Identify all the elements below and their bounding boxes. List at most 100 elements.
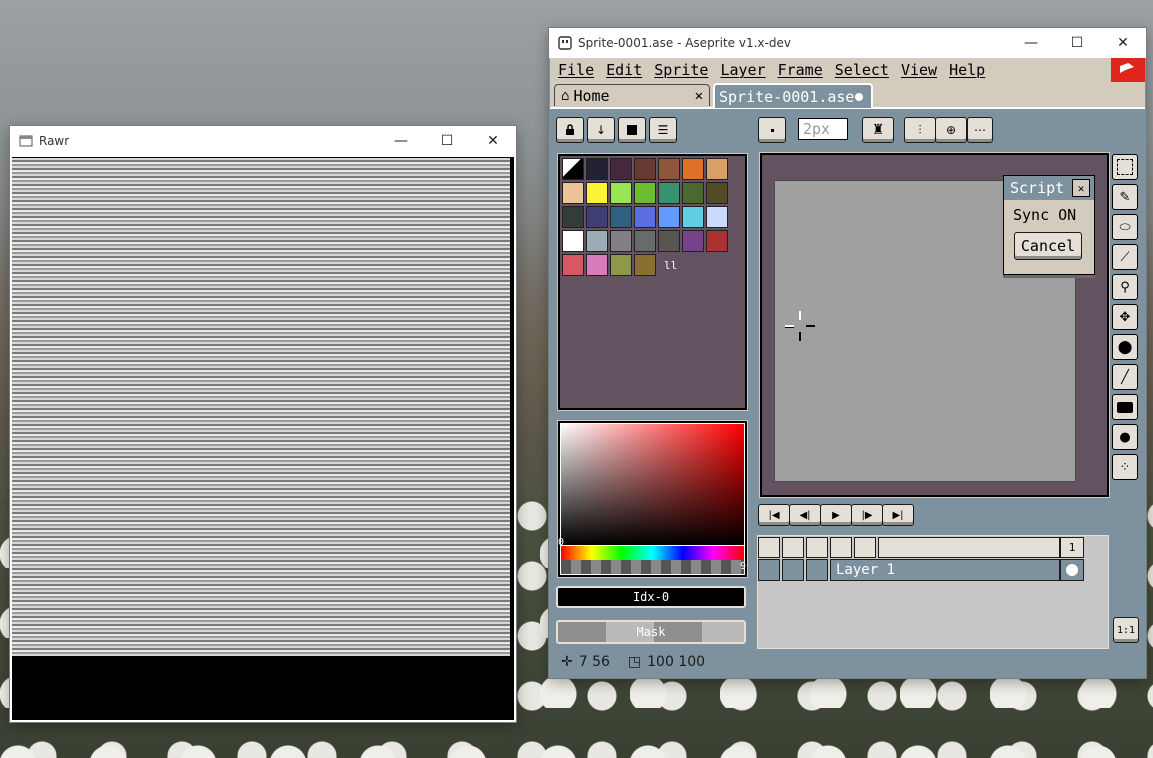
lock-palette-button[interactable] — [556, 117, 584, 143]
tab-home[interactable]: ⌂ Home ✕ — [554, 84, 710, 106]
ink-type-button[interactable]: ♜ — [862, 117, 894, 143]
tool-move[interactable]: ✥ — [1112, 304, 1138, 330]
palette-options-button[interactable]: ☰ — [649, 117, 677, 143]
visibility-eye-icon[interactable] — [758, 559, 780, 581]
pixel-perfect-button[interactable]: ⫶ — [904, 117, 936, 143]
menu-layer[interactable]: Layer — [720, 61, 765, 79]
continuous-header-icon[interactable] — [806, 537, 828, 558]
menu-sprite[interactable]: Sprite — [654, 61, 708, 79]
palette-swatch[interactable] — [634, 254, 656, 276]
aseprite-titlebar[interactable]: Sprite-0001.ase - Aseprite v1.x-dev — ☐ … — [549, 28, 1146, 58]
palette-swatch[interactable] — [682, 182, 704, 204]
script-cancel-button[interactable]: Cancel — [1014, 232, 1082, 260]
menu-view[interactable]: View — [901, 61, 937, 79]
palette-swatch[interactable] — [586, 182, 608, 204]
tab-sprite[interactable]: Sprite-0001.ase — [713, 83, 873, 108]
notification-flag-icon[interactable] — [1111, 58, 1145, 82]
palette-swatch[interactable] — [634, 182, 656, 204]
tool-rectangle[interactable] — [1112, 394, 1138, 420]
close-button[interactable]: ✕ — [1100, 28, 1146, 58]
tool-fill[interactable]: ⬤ — [1112, 334, 1138, 360]
palette-swatch[interactable] — [634, 158, 656, 180]
palette-swatch[interactable] — [610, 230, 632, 252]
next-frame-button[interactable]: |▶ — [851, 504, 883, 526]
palette-swatch[interactable] — [586, 158, 608, 180]
palette-swatch[interactable] — [658, 158, 680, 180]
script-dialog-titlebar[interactable]: Script ✕ — [1004, 176, 1094, 200]
palette-swatch[interactable] — [658, 230, 680, 252]
tool-pencil[interactable]: ✎ — [1112, 184, 1138, 210]
palette-swatch[interactable] — [682, 230, 704, 252]
tool-line[interactable]: ╱ — [1112, 364, 1138, 390]
palette-swatch[interactable] — [706, 230, 728, 252]
layer-row[interactable]: Layer 1 — [758, 559, 1084, 581]
palette-swatch[interactable] — [562, 206, 584, 228]
maximize-button[interactable]: ☐ — [424, 126, 470, 156]
menu-file[interactable]: File — [558, 61, 594, 79]
palette-swatch[interactable] — [706, 206, 728, 228]
tool-eraser[interactable]: ⬭ — [1112, 214, 1138, 240]
palette-swatch[interactable] — [658, 182, 680, 204]
bg-color-mask[interactable]: Mask — [556, 620, 746, 644]
onion-skin-header-icon[interactable] — [830, 537, 852, 558]
cel-keyframe[interactable] — [1060, 559, 1084, 581]
palette-swatch[interactable] — [682, 158, 704, 180]
menu-select[interactable]: Select — [835, 61, 889, 79]
play-button[interactable]: ▶ — [820, 504, 852, 526]
layer-name[interactable]: Layer 1 — [830, 559, 1060, 581]
brush-type-button[interactable] — [758, 117, 786, 143]
tool-zoom[interactable]: ⚲ — [1112, 274, 1138, 300]
palette-swatch[interactable] — [610, 254, 632, 276]
brush-size-input[interactable]: 2px — [798, 118, 848, 140]
continuous-icon[interactable] — [806, 559, 828, 581]
palette-swatch[interactable] — [586, 230, 608, 252]
palette-swatch[interactable] — [610, 182, 632, 204]
tool-eyedropper[interactable]: ⟋ — [1112, 244, 1138, 270]
palette-swatch[interactable] — [634, 206, 656, 228]
tool-contour[interactable]: ● — [1112, 424, 1138, 450]
close-button[interactable]: ✕ — [470, 126, 516, 156]
palette-swatch[interactable] — [682, 206, 704, 228]
menu-frame[interactable]: Frame — [778, 61, 823, 79]
palette-presets-button[interactable] — [618, 117, 646, 143]
color-picker-panel[interactable]: 0 9 — [558, 421, 747, 577]
palette-swatch[interactable] — [562, 182, 584, 204]
maximize-button[interactable]: ☐ — [1054, 28, 1100, 58]
close-tab-icon[interactable]: ✕ — [695, 88, 703, 104]
more-options-button[interactable]: ⋯ — [967, 117, 993, 143]
opacity-button[interactable]: ⊕ — [935, 117, 967, 143]
minimize-button[interactable]: — — [378, 126, 424, 156]
unlock-icon[interactable] — [782, 559, 804, 581]
menu-help[interactable]: Help — [949, 61, 985, 79]
tool-marquee[interactable] — [1112, 154, 1138, 180]
first-frame-button[interactable]: |◀ — [758, 504, 790, 526]
frame-header[interactable]: 1 — [1060, 537, 1084, 558]
rawr-titlebar[interactable]: Rawr — ☐ ✕ — [10, 126, 516, 156]
tool-blur[interactable]: ⁘ — [1112, 454, 1138, 480]
palette-sort-button[interactable]: ↓ — [587, 117, 615, 143]
layer-header-icon[interactable] — [854, 537, 876, 558]
last-frame-button[interactable]: ▶| — [882, 504, 914, 526]
close-icon[interactable]: ✕ — [1072, 179, 1090, 197]
palette-swatch[interactable] — [706, 158, 728, 180]
alpha-slider[interactable] — [561, 560, 744, 574]
palette-swatch[interactable] — [562, 254, 584, 276]
zoom-one-to-one-button[interactable]: 1:1 — [1113, 617, 1139, 643]
palette-swatch[interactable] — [634, 230, 656, 252]
palette-swatch[interactable] — [562, 230, 584, 252]
palette-swatch[interactable] — [586, 254, 608, 276]
prev-frame-button[interactable]: ◀| — [789, 504, 821, 526]
eye-header-icon[interactable] — [758, 537, 780, 558]
minimize-button[interactable]: — — [1008, 28, 1054, 58]
palette-swatch[interactable] — [706, 182, 728, 204]
menu-edit[interactable]: Edit — [606, 61, 642, 79]
palette-swatch[interactable] — [658, 206, 680, 228]
hue-slider[interactable] — [561, 546, 744, 560]
palette-resize-handle[interactable]: ll — [664, 259, 677, 272]
palette-swatch[interactable] — [562, 158, 584, 180]
lock-header-icon[interactable] — [782, 537, 804, 558]
palette-swatch[interactable] — [610, 206, 632, 228]
saturation-value-field[interactable] — [561, 424, 744, 545]
palette-swatch[interactable] — [586, 206, 608, 228]
fg-color-index[interactable]: Idx-0 — [556, 586, 746, 608]
